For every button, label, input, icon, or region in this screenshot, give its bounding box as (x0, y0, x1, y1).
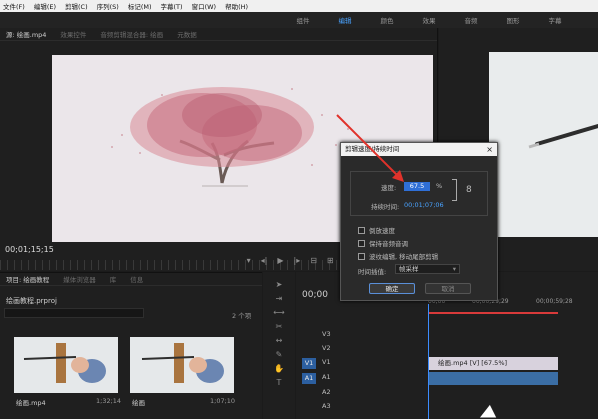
mouse-cursor-icon (478, 403, 498, 419)
annotation-arrow (336, 114, 404, 182)
